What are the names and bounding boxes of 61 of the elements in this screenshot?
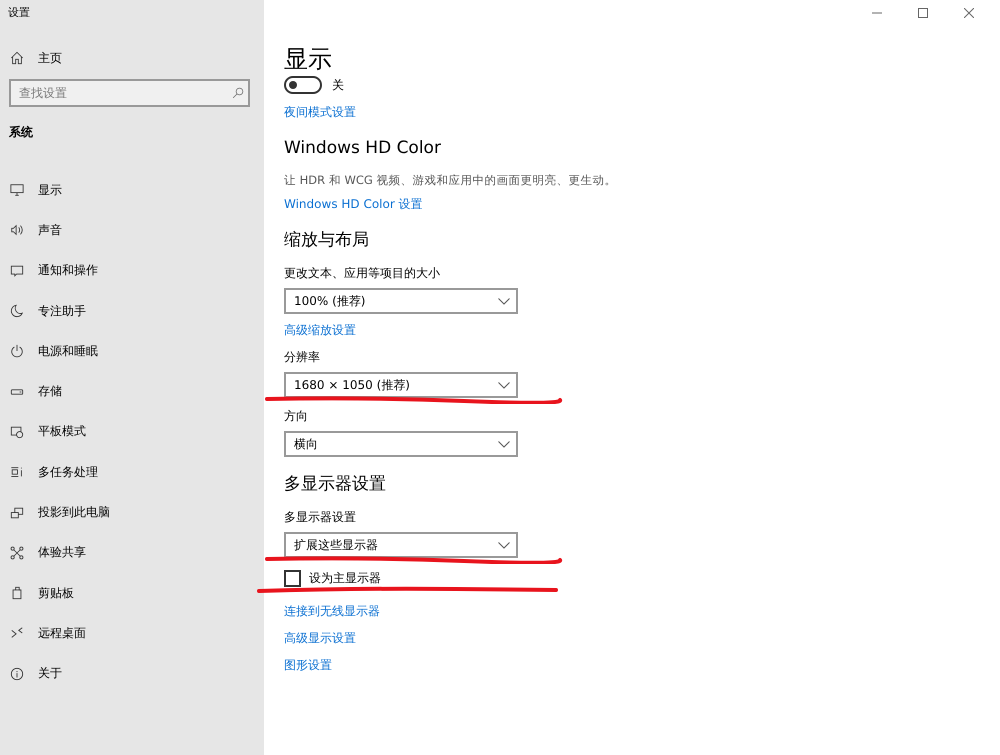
dropdown[interactable]: 1680 × 1050 (推荐) xyxy=(284,372,518,398)
home-icon xyxy=(10,51,24,65)
section-heading: 缩放与布局 xyxy=(284,229,370,251)
moon-icon xyxy=(10,304,24,318)
page-title: 显示 xyxy=(284,44,333,74)
sidebar-item[interactable]: 多任务处理 xyxy=(0,452,264,492)
sidebar-item[interactable]: 显示 xyxy=(0,170,264,210)
description-text: 让 HDR 和 WCG 视频、游戏和应用中的画面更明亮、更生动。 xyxy=(284,173,618,188)
maximize-icon[interactable] xyxy=(918,8,928,18)
sidebar-item[interactable]: 远程桌面 xyxy=(0,613,264,654)
settings-link[interactable]: 高级缩放设置 xyxy=(284,322,356,339)
search-field[interactable]: 查找设置 xyxy=(9,79,250,107)
settings-link[interactable]: 夜间模式设置 xyxy=(284,104,356,121)
sidebar-item[interactable]: 平板模式 xyxy=(0,412,264,452)
toggle-state-label: 关 xyxy=(332,76,344,94)
section-heading: 系统 xyxy=(8,124,34,141)
sidebar-item[interactable]: 体验共享 xyxy=(0,532,264,573)
power-icon xyxy=(10,344,24,358)
sidebar-item[interactable]: 专注助手 xyxy=(0,290,264,332)
tablet-icon xyxy=(10,424,24,439)
section-heading: Windows HD Color xyxy=(284,137,442,159)
window-title: 设置 xyxy=(7,5,31,21)
clipboard-icon xyxy=(10,586,24,600)
chevrons-icon xyxy=(10,626,24,640)
sidebar-item[interactable]: 剪贴板 xyxy=(0,572,264,614)
sidebar-item[interactable]: 关于 xyxy=(0,654,264,694)
home-label: 主页 xyxy=(38,50,62,66)
settings-link[interactable]: 图形设置 xyxy=(284,657,332,674)
field-label: 分辨率 xyxy=(284,349,321,366)
search-icon xyxy=(232,87,244,99)
dropdown[interactable]: 扩展这些显示器 xyxy=(284,532,518,558)
toggle-switch[interactable] xyxy=(284,76,322,94)
settings-link[interactable]: 连接到无线显示器 xyxy=(284,603,380,620)
close-icon[interactable] xyxy=(964,8,974,18)
sidebar-item[interactable]: 声音 xyxy=(0,210,264,251)
section-heading: 多显示器设置 xyxy=(284,473,387,495)
info-icon xyxy=(10,666,24,681)
field-label: 方向 xyxy=(284,408,309,425)
monitor-icon xyxy=(10,183,24,198)
home-nav-item[interactable]: 主页 xyxy=(0,44,264,72)
chevron-down-icon xyxy=(498,542,510,548)
settings-link[interactable]: Windows HD Color 设置 xyxy=(284,196,423,213)
nodes-icon xyxy=(10,546,24,560)
checkbox[interactable] xyxy=(284,570,301,587)
chevron-down-icon xyxy=(498,440,510,448)
multitask-icon xyxy=(10,465,24,480)
sidebar-item[interactable]: 投影到此电脑 xyxy=(0,492,264,533)
chevron-down-icon xyxy=(498,298,510,304)
sidebar-item[interactable]: 电源和睡眠 xyxy=(0,331,264,372)
field-label: 多显示器设置 xyxy=(284,509,357,526)
dropdown[interactable]: 100% (推荐) xyxy=(284,288,518,314)
dropdown[interactable]: 横向 xyxy=(284,431,518,457)
settings-link[interactable]: 高级显示设置 xyxy=(284,630,356,647)
screens-icon xyxy=(10,506,24,520)
checkbox-label: 设为主显示器 xyxy=(309,570,381,587)
sidebar-item[interactable]: 通知和操作 xyxy=(0,250,264,291)
speech-bubble-icon xyxy=(10,264,24,278)
field-label: 更改文本、应用等项目的大小 xyxy=(284,265,441,282)
speaker-icon xyxy=(10,223,24,238)
sidebar-item[interactable]: 存储 xyxy=(0,371,264,412)
chevron-down-icon xyxy=(498,382,510,388)
